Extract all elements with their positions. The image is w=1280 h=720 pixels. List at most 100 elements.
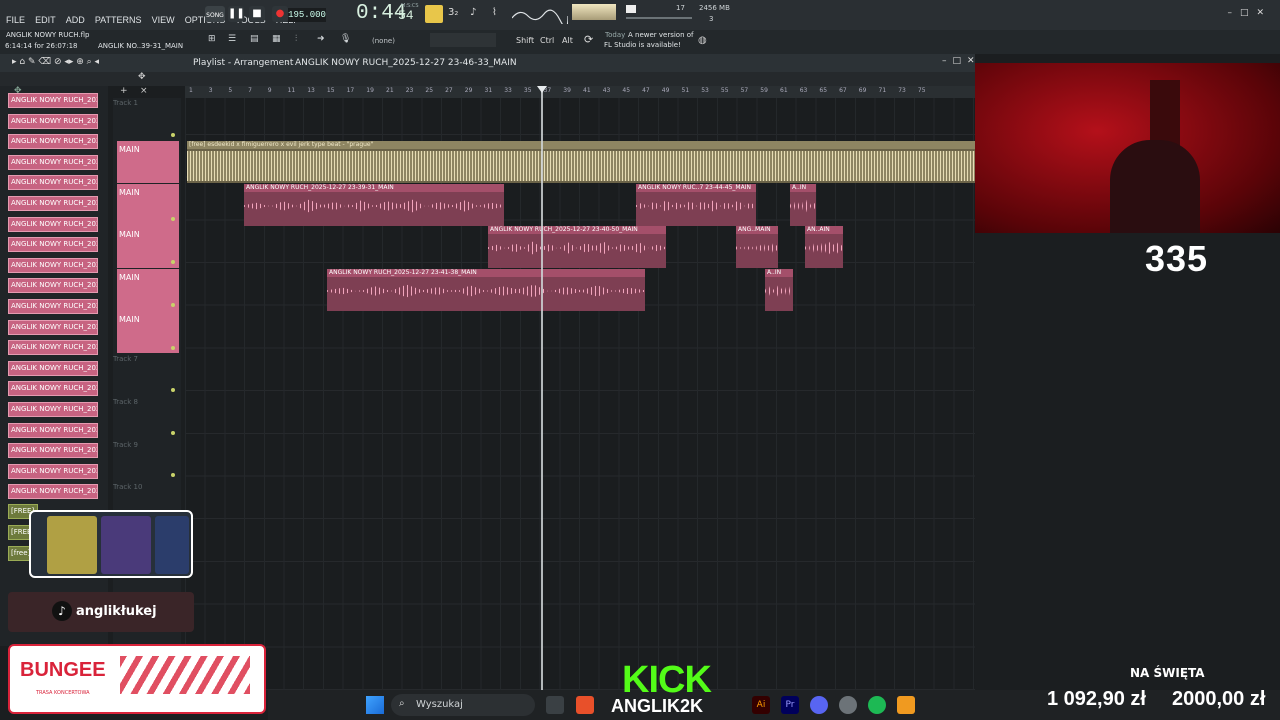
premiere-icon[interactable]: Pr (781, 696, 799, 714)
playhead[interactable] (541, 86, 543, 690)
pattern-song-icon[interactable] (425, 5, 443, 23)
track-1-name[interactable]: Track 1 (113, 99, 138, 107)
picker-item[interactable]: ANGLIK NOWY RUCH_2025... (8, 340, 98, 356)
track-3-header[interactable]: MAIN (117, 184, 179, 226)
picker-item[interactable]: ANGLIK NOWY RUCH_2025... (8, 422, 98, 438)
window-controls[interactable]: –□✕ (1227, 8, 1272, 18)
update-icon[interactable]: ⟳ (584, 33, 593, 46)
playlist-tools[interactable]: ▸ ⌂ ✎ ⌫ ⊘ ◂▸ ⊕ ⌕ ◂ (12, 57, 99, 67)
playlist-icon[interactable]: ☰ (228, 34, 236, 44)
track-5-header[interactable]: MAIN (117, 269, 179, 311)
audio-clip-vocal-5[interactable]: ANG..MAIN (736, 226, 778, 268)
picker-item[interactable]: ANGLIK NOWY RUCH_2025... (8, 154, 98, 170)
audio-clip-vocal-3[interactable]: A..IN (790, 184, 816, 226)
snap-icon[interactable]: ⊞ (208, 34, 216, 44)
illustrator-icon[interactable]: Ai (752, 696, 770, 714)
menu-view[interactable]: VIEW (152, 15, 175, 25)
stop-button[interactable]: ■ (249, 6, 265, 22)
track-3-mute[interactable] (171, 217, 175, 221)
track-4-mute[interactable] (171, 260, 175, 264)
record-button[interactable]: ● (272, 6, 288, 22)
discord-icon[interactable] (810, 696, 828, 714)
picker-item[interactable]: ANGLIK NOWY RUCH_2025... (8, 463, 98, 479)
polyphony-value: 3 (709, 15, 714, 23)
track-2-header[interactable]: MAIN (117, 141, 179, 183)
microphone-icon[interactable]: 🎙 (340, 34, 351, 44)
arrow-right-icon[interactable]: ➜ (317, 34, 325, 44)
taskbar-search[interactable] (391, 694, 535, 716)
shift-key[interactable]: Shift (516, 36, 534, 45)
mixer-icon[interactable]: ⫶ (295, 34, 297, 44)
song-mode-toggle[interactable]: SONG (205, 6, 225, 22)
track-7-name[interactable]: Track 7 (113, 355, 138, 363)
audio-clip-vocal-2[interactable]: ANGLIK NOWY RUC..7 23-44-45_MAIN (636, 184, 756, 226)
picker-item[interactable]: ANGLIK NOWY RUCH_2025... (8, 402, 98, 417)
audio-clip-beat[interactable]: [free] esdeekid x fimiguerrero x evil je… (187, 141, 975, 183)
output-selector[interactable]: (none) (372, 37, 395, 45)
hint-field[interactable] (430, 33, 496, 47)
brave-browser-icon[interactable] (576, 696, 594, 714)
picker-item[interactable]: ANGLIK NOWY RUCH_2025... (8, 319, 98, 335)
audio-clip-vocal-4[interactable]: ANGLIK NOWY RUCH_2025-12-27 23-40-50_MAI… (488, 226, 666, 268)
menu-patterns[interactable]: PATTERNS (95, 15, 142, 25)
settings-gear-icon[interactable] (839, 696, 857, 714)
channel-rack-icon[interactable]: ▦ (272, 34, 281, 44)
current-pattern[interactable]: ANGLIK NO..39-31_MAIN (98, 42, 183, 50)
add-track-icon[interactable]: + (120, 86, 128, 96)
notice-line2[interactable]: FL Studio is available! (604, 41, 681, 49)
track-6-header[interactable]: MAIN (117, 311, 179, 353)
piano-roll-icon[interactable]: ▤ (250, 34, 259, 44)
audio-clip-vocal-1[interactable]: ANGLIK NOWY RUCH_2025-12-27 23-39-31_MAI… (244, 184, 504, 226)
picker-item[interactable]: ANGLIK NOWY RUCH_2025... (8, 237, 98, 253)
picker-item[interactable]: ANGLIK NOWY RUCH_2025... (8, 299, 98, 314)
close-track-icon[interactable]: × (140, 86, 148, 96)
track-4-header[interactable]: MAIN (117, 226, 179, 268)
track-1-mute[interactable] (171, 133, 175, 137)
picker-item[interactable]: ANGLIK NOWY RUCH_2025... (8, 196, 98, 211)
pause-button[interactable]: ❚❚ (228, 6, 245, 22)
track-9-mute[interactable] (171, 473, 175, 477)
ruler-tick: 41 (583, 87, 591, 94)
alt-key[interactable]: Alt (562, 36, 573, 45)
metronome-icon[interactable]: ♪ (470, 7, 476, 18)
picker-item[interactable]: ANGLIK NOWY RUCH_2025... (8, 443, 98, 459)
playlist-pattern-name[interactable]: ANGLIK NOWY RUCH_2025-12-27 23-46-33_MAI… (295, 58, 517, 68)
windows-start-icon[interactable] (366, 696, 384, 714)
step-icon[interactable]: 3₂ (448, 7, 458, 18)
picker-item[interactable]: ANGLIK NOWY RUCH_2025... (8, 175, 98, 191)
track-8-mute[interactable] (171, 431, 175, 435)
globe-icon[interactable]: ◍ (698, 35, 707, 46)
track-8-name[interactable]: Track 8 (113, 398, 138, 406)
timeline-ruler[interactable]: 1 3 5 7 9 11 13 15 17 19 21 23 25 27 29 31 33 35 37 39 41 43 4… (185, 86, 975, 98)
track-9-name[interactable]: Track 9 (113, 441, 138, 449)
fl-studio-icon[interactable] (897, 696, 915, 714)
pitch-knob[interactable] (626, 5, 636, 13)
picker-item[interactable]: ANGLIK NOWY RUCH_2025... (8, 381, 98, 397)
audio-clip-vocal-8[interactable]: A..IN (765, 269, 793, 311)
picker-item[interactable]: ANGLIK NOWY RUCH_2025... (8, 360, 98, 376)
track-10-name[interactable]: Track 10 (113, 483, 142, 491)
track-5-mute[interactable] (171, 303, 175, 307)
playhead-marker[interactable] (537, 86, 547, 93)
picker-item[interactable]: ANGLIK NOWY RUCH_2025... (8, 113, 98, 129)
audio-clip-vocal-7[interactable]: ANGLIK NOWY RUCH_2025-12-27 23-41-38_MAI… (327, 269, 645, 311)
audio-clip-vocal-6[interactable]: AN..AIN (805, 226, 843, 268)
picker-item[interactable]: ANGLIK NOWY RUCH_2025... (8, 257, 98, 273)
picker-item[interactable]: ANGLIK NOWY RUCH_2025... (8, 484, 98, 500)
tempo-display[interactable]: 195.000 (288, 8, 326, 22)
task-view-icon[interactable] (546, 696, 564, 714)
blend-icon[interactable]: ⌇ (492, 7, 497, 18)
ctrl-key[interactable]: Ctrl (540, 36, 554, 45)
picker-item[interactable]: ANGLIK NOWY RUCH_2025... (8, 216, 98, 232)
track-6-mute[interactable] (171, 346, 175, 350)
picker-item[interactable]: ANGLIK NOWY RUCH_2025... (8, 278, 98, 294)
picker-item[interactable]: ANGLIK NOWY RUCH_2025... (8, 93, 98, 108)
clip-label: ANGLIK NOWY RUCH_2025-12-27 23-40-50_MAI… (488, 226, 666, 234)
spotify-icon[interactable] (868, 696, 886, 714)
move-icon[interactable]: ✥ (138, 72, 146, 82)
picker-item[interactable]: ANGLIK NOWY RUCH_2025... (8, 134, 98, 150)
track-7-mute[interactable] (171, 388, 175, 392)
menu-edit[interactable]: EDIT (35, 15, 56, 25)
menu-file[interactable]: FILE (6, 15, 25, 25)
menu-add[interactable]: ADD (66, 15, 85, 25)
